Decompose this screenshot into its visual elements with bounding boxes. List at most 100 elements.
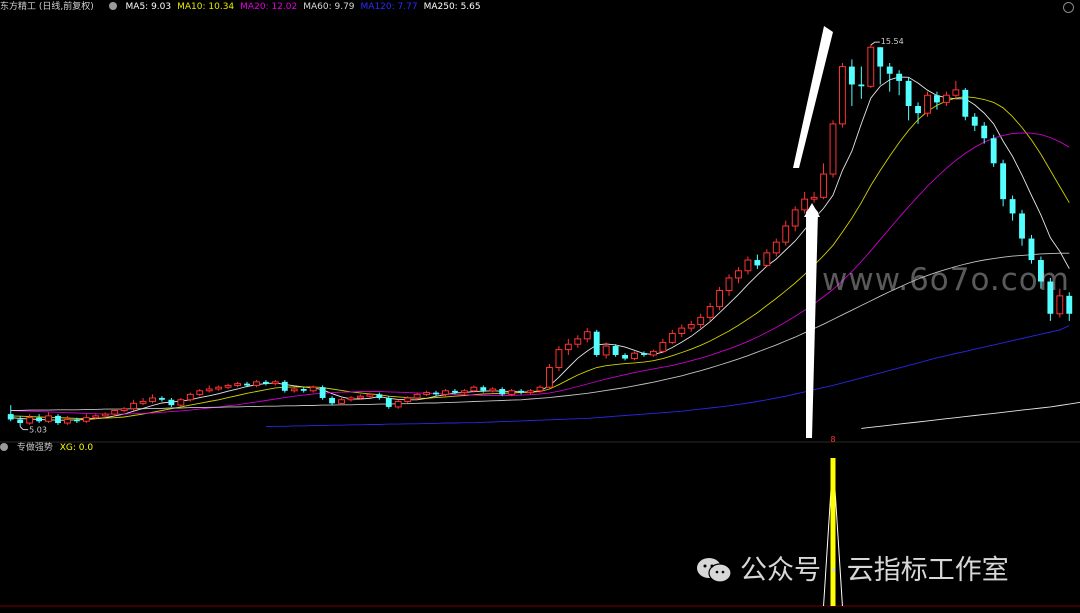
candle-body (839, 66, 846, 125)
candle-body (366, 393, 374, 397)
ma-legend-item: MA10: 10.34 (177, 2, 235, 12)
candle-body (1028, 238, 1035, 261)
ma-legend-item: MA20: 12.02 (240, 2, 298, 12)
candle-body (139, 401, 147, 404)
candle-body (300, 389, 307, 391)
candle-body (744, 259, 752, 272)
candle-body (423, 392, 431, 395)
candle-body (253, 381, 260, 386)
candle-body (782, 225, 790, 243)
candle-body (641, 353, 647, 355)
candle-body (678, 327, 686, 334)
candle-body (319, 387, 326, 398)
candle-body (36, 417, 43, 422)
stock-title[interactable]: 东方精工 (日线,前复权) (0, 2, 103, 12)
wechat-icon (697, 558, 732, 583)
indicator-dot-icon[interactable] (0, 443, 8, 451)
candle-body (385, 397, 392, 407)
candle-body (564, 343, 572, 351)
candle-body (915, 105, 921, 114)
candle-body (234, 383, 241, 386)
candle-body (574, 338, 582, 345)
candle-body (687, 324, 695, 329)
panel-settings-icon[interactable] (1063, 2, 1074, 13)
candle-body (452, 390, 458, 393)
max-pointer (870, 41, 880, 46)
candle-body (130, 402, 138, 410)
candle-body (990, 138, 997, 164)
candle-body (905, 80, 912, 106)
min-price-label: 5.03 (29, 426, 47, 435)
candle-body (735, 270, 742, 279)
candle-body (659, 341, 667, 352)
period-label: (日线,前复权) (38, 2, 94, 12)
candle-body (612, 346, 619, 355)
candle-body (394, 401, 402, 408)
candle-body (546, 367, 553, 388)
candle-body (442, 390, 449, 395)
ma-legend-item: MA5: 9.03 (125, 2, 172, 12)
candle-body (1066, 295, 1073, 314)
candle-body (460, 390, 468, 394)
candle-body (508, 390, 516, 395)
candle-body (45, 415, 52, 422)
candle-body (120, 408, 128, 412)
ma-legend-item: MA60: 9.79 (303, 2, 355, 12)
candle-body (224, 384, 232, 388)
ma-line-ma250 (861, 401, 1080, 429)
candle-body (716, 289, 724, 308)
candle-body (55, 415, 61, 424)
candle-body (820, 173, 827, 198)
candle-body (971, 116, 978, 126)
indicator-value: XG: 0.0 (59, 443, 94, 453)
candle-body (356, 395, 364, 399)
candle-body (962, 89, 969, 117)
candle-body (111, 410, 119, 415)
candle-body (583, 331, 591, 340)
settings-dot-icon[interactable] (108, 2, 117, 10)
candle-body (527, 390, 534, 394)
candle-body (376, 394, 383, 398)
site-watermark: www.6o7o.com (822, 262, 1070, 298)
candle-body (1019, 213, 1025, 239)
candle-body (470, 386, 478, 392)
candle-body (942, 94, 950, 103)
candle-body (649, 350, 657, 356)
candle-body (555, 349, 563, 369)
candle-body (858, 84, 865, 87)
max-price-label: 15.54 (881, 37, 904, 46)
candle-body (896, 73, 903, 81)
candle-body (262, 381, 269, 384)
candle-body (338, 399, 345, 404)
candle-body (215, 386, 223, 390)
candle-body (622, 354, 628, 359)
candle-body (829, 123, 837, 175)
main-legend: 东方精工 (日线,前复权) MA5: 9.03 MA10: 10.34 MA20: … (0, 0, 493, 14)
ma-legend-item: MA250: 5.65 (423, 2, 481, 12)
candle-body (536, 386, 544, 392)
candle-body (1000, 163, 1007, 200)
candle-body (26, 417, 34, 424)
candle-body (92, 415, 100, 419)
candle-body (244, 383, 250, 386)
candle-body (101, 413, 109, 417)
trend-arrows (793, 26, 833, 438)
candle-body (17, 419, 24, 424)
candle-body (924, 94, 931, 114)
stock-chart[interactable]: 15.54 5.03 8 (0, 0, 1080, 609)
candle-body (877, 47, 884, 67)
candle-body (433, 392, 439, 395)
indicator-name[interactable]: 专做强势 (17, 443, 53, 453)
min-pointer (19, 426, 29, 431)
candle-body (64, 418, 71, 424)
candle-body (168, 399, 175, 406)
candles (7, 45, 1073, 427)
candle-body (271, 381, 279, 385)
candle-body (159, 397, 165, 400)
candle-body (149, 397, 156, 403)
candle-body (518, 390, 525, 393)
trend-arrow-upper (793, 26, 833, 168)
candle-body (886, 66, 893, 74)
candle-body (952, 89, 960, 96)
candle-body (725, 277, 733, 291)
